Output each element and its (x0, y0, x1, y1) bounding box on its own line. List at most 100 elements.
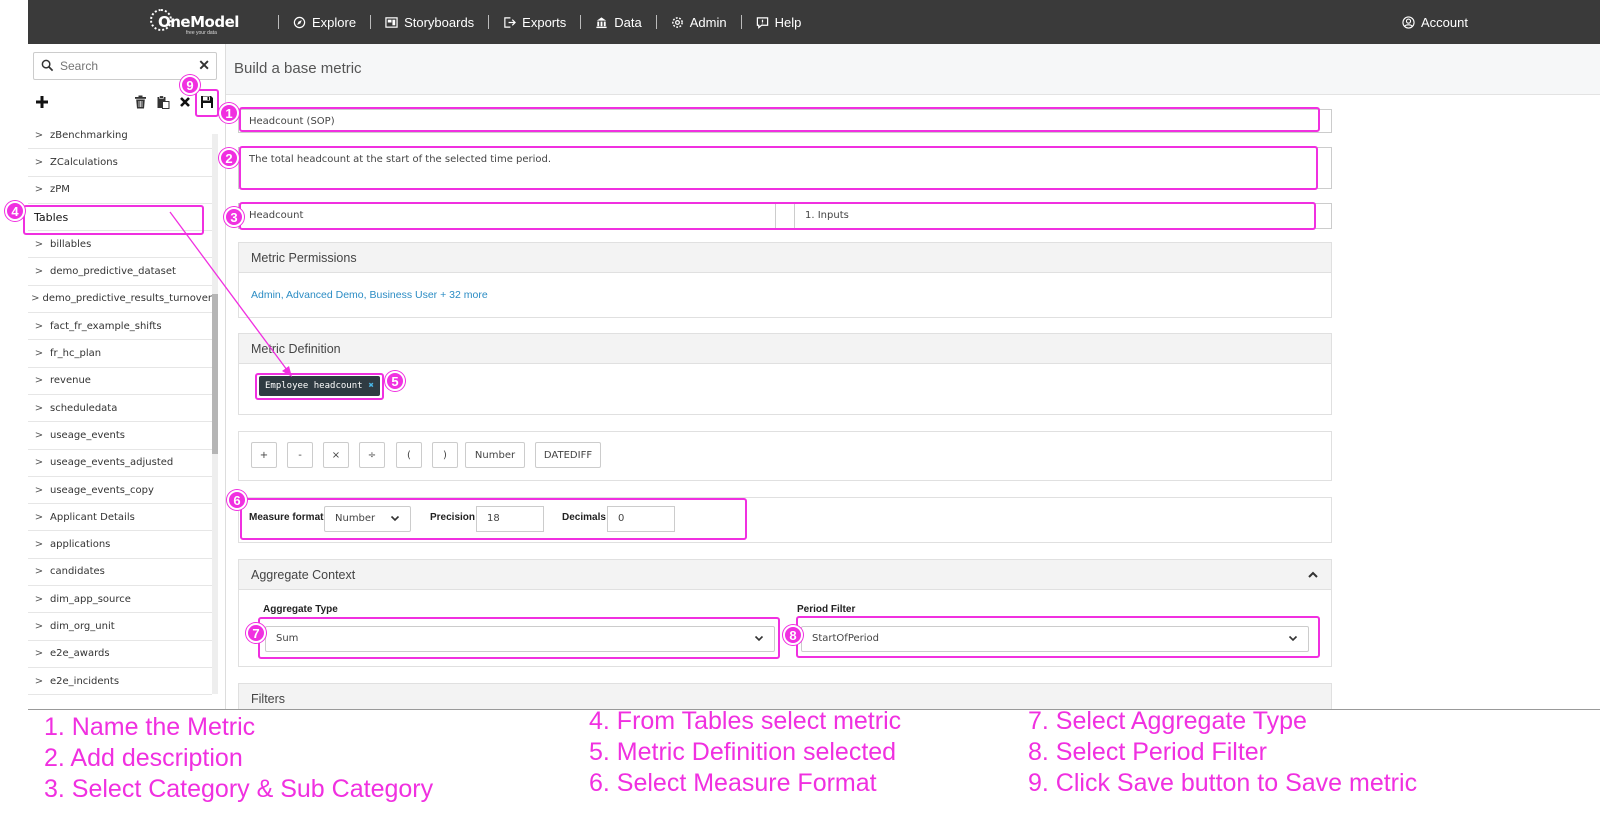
tree-item[interactable]: > fact_fr_example_shifts (28, 313, 212, 341)
chevron-right-icon: > (34, 566, 44, 578)
add-icon[interactable] (33, 93, 51, 111)
chevron-right-icon: > (31, 293, 40, 305)
tree-item[interactable]: > demo_predictive_dataset (28, 258, 212, 286)
chevron-right-icon: > (34, 184, 44, 196)
operator-button[interactable]: ( (396, 442, 422, 468)
tree-section-tables[interactable]: Tables (28, 204, 212, 232)
tree-item-label: Applicant Details (50, 511, 135, 523)
operator-button[interactable]: ) (432, 442, 458, 468)
close-icon[interactable] (176, 93, 194, 111)
nav-help[interactable]: Help (756, 14, 802, 30)
decimals-input[interactable]: 0 (607, 506, 675, 532)
nav-storyboards-label: Storyboards (404, 14, 475, 30)
operator-button[interactable]: × (323, 442, 349, 468)
chevron-right-icon: > (34, 402, 44, 414)
chevron-right-icon: > (34, 429, 44, 441)
tree-item[interactable]: > demo_predictive_results_turnover (28, 286, 212, 314)
chevron-right-icon: > (34, 156, 44, 168)
operator-button[interactable]: ÷ (359, 442, 385, 468)
paste-icon[interactable] (154, 93, 172, 111)
category-select[interactable]: Headcount (238, 203, 776, 229)
logo-tagline: free your data (186, 30, 217, 36)
user-icon (1402, 15, 1415, 29)
definition-chip[interactable]: Employee headcount ✖ (259, 376, 380, 396)
step-text: 4. From Tables select metric (589, 707, 902, 735)
metric-description-field[interactable]: The total headcount at the start of the … (238, 147, 1332, 189)
nav-storyboards[interactable]: Storyboards (385, 15, 474, 30)
tree-item[interactable]: > revenue (28, 368, 212, 395)
measure-format-label: Measure format (249, 512, 324, 523)
app-window: OneModel free your data Explore Storyboa… (28, 0, 1600, 710)
tree-item[interactable]: > candidates (28, 559, 212, 587)
tree-item-label: useage_events_copy (50, 484, 154, 496)
chevron-up-icon[interactable] (1307, 569, 1319, 581)
metric-form: Headcount (SOP) The total headcount at t… (226, 94, 1600, 709)
sidebar-scroll-thumb[interactable] (212, 294, 218, 454)
number-button[interactable]: Number (465, 442, 525, 468)
nav-help-label: Help (774, 14, 802, 30)
sub-category-select[interactable]: 1. Inputs (794, 203, 1332, 229)
metric-name-field[interactable]: Headcount (SOP) (238, 109, 1332, 133)
step-text: 7. Select Aggregate Type (1028, 707, 1307, 735)
chevron-right-icon: > (34, 375, 44, 387)
tree-item[interactable]: > applications (28, 531, 212, 559)
tree-item-label: fact_fr_example_shifts (50, 320, 162, 332)
tree-item-label: dim_app_source (50, 593, 131, 605)
nav-explore[interactable]: Explore (293, 15, 356, 30)
step-text: 5. Metric Definition selected (589, 738, 897, 766)
tree-item[interactable]: > fr_hc_plan (28, 340, 212, 368)
onemodel-logo[interactable]: OneModel free your data (150, 7, 239, 37)
tree-item-label: useage_events_adjusted (50, 457, 174, 469)
nav-admin[interactable]: Admin (671, 15, 727, 30)
nav-divider (580, 15, 582, 29)
steps-column-3: 7. Select Aggregate Type 8. Select Perio… (1028, 706, 1417, 799)
step-text: 9. Click Save button to Save metric (1028, 769, 1418, 797)
nav-divider (488, 15, 490, 29)
search-input[interactable] (60, 57, 190, 75)
tree-item[interactable]: > useage_events_adjusted (28, 450, 212, 477)
save-icon[interactable] (198, 93, 216, 111)
sidebar: ✕ >zBenchmarking >ZCalculations >zPM Tab (28, 44, 226, 709)
tree-item[interactable]: > Applicant Details (28, 504, 212, 532)
tree-item-label: useage_events (50, 429, 126, 441)
nav-exports[interactable]: Exports (503, 15, 566, 30)
remove-chip-icon[interactable]: ✖ (369, 381, 374, 391)
tree-item[interactable]: > billables (28, 231, 212, 259)
chevron-right-icon: > (34, 266, 44, 278)
tree-item[interactable]: > zPM (28, 177, 212, 204)
tree-item[interactable]: > dim_app_source (28, 586, 212, 614)
tree-item-label: zBenchmarking (50, 129, 128, 141)
account-menu[interactable]: Account (1402, 0, 1468, 44)
chevron-right-icon: > (34, 238, 44, 250)
tree-item[interactable]: > zBenchmarking (28, 122, 212, 150)
tree-item[interactable]: > scheduledata (28, 395, 212, 423)
chevron-right-icon: > (34, 620, 44, 632)
measure-format-select[interactable]: Number (324, 506, 411, 532)
tree-item[interactable]: > useage_events (28, 422, 212, 450)
tree-item[interactable]: > e2e_incidents (28, 668, 212, 696)
tree-item[interactable]: > dim_org_unit (28, 613, 212, 641)
main-panel: Build a base metric Headcount (SOP) The … (226, 44, 1600, 709)
tree-item[interactable]: > useage_events_copy (28, 477, 212, 505)
permissions-link[interactable]: Admin, Advanced Demo, Business User + 32… (251, 289, 488, 301)
panel-header[interactable]: Aggregate Context (239, 560, 1331, 590)
top-navbar: OneModel free your data Explore Storyboa… (28, 0, 1600, 44)
operator-button[interactable]: + (251, 442, 277, 468)
nav-data[interactable]: Data (595, 15, 642, 30)
datediff-button[interactable]: DATEDIFF (535, 442, 601, 468)
nav-divider (370, 15, 372, 29)
operators-panel: + - × ÷ ( ) Number DATEDIFF (238, 431, 1332, 481)
aggregate-type-select[interactable]: Sum (265, 626, 775, 652)
operator-button[interactable]: - (287, 442, 313, 468)
tree-item[interactable]: > e2e_awards (28, 641, 212, 668)
nav-exports-label: Exports (522, 14, 567, 30)
clear-search-icon[interactable]: ✕ (198, 57, 210, 74)
chevron-right-icon: > (34, 511, 44, 523)
tree-item[interactable]: > ZCalculations (28, 149, 212, 177)
tree-item-label: revenue (50, 375, 91, 387)
period-filter-select[interactable]: StartOfPeriod (801, 626, 1309, 652)
nav-divider (655, 15, 657, 29)
precision-input[interactable]: 18 (476, 506, 544, 532)
tree-item-label: candidates (50, 566, 105, 578)
trash-icon[interactable] (131, 93, 149, 111)
